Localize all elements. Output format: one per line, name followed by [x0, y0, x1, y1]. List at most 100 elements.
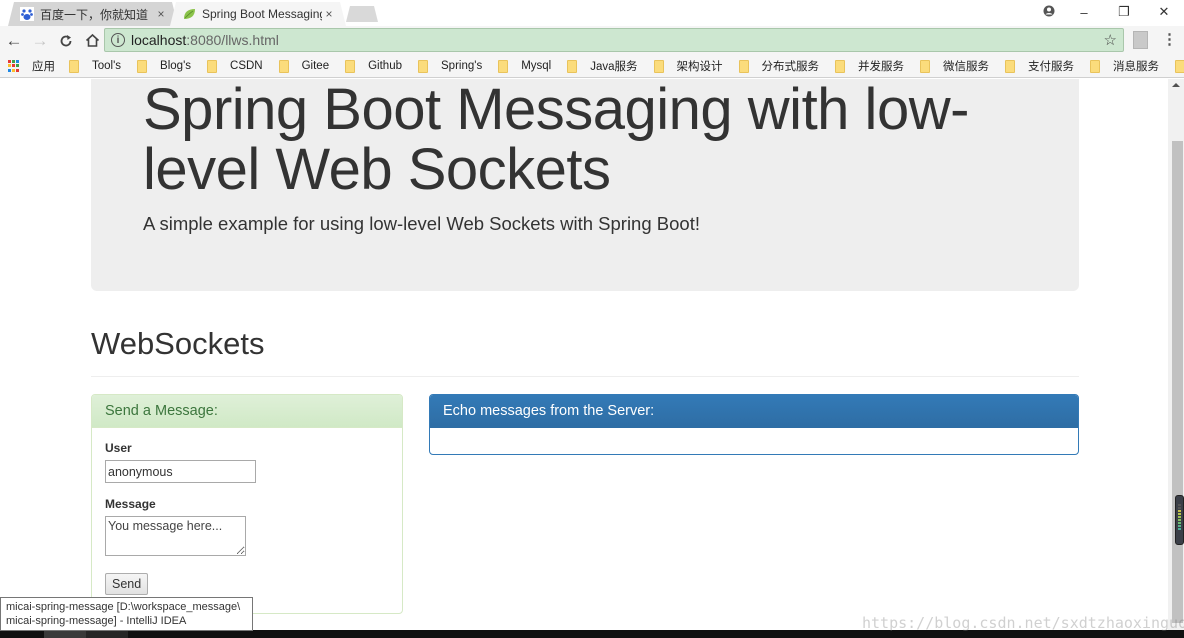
bookmark-label: Blog's	[160, 60, 192, 72]
home-icon	[85, 33, 99, 47]
bookmark-folder[interactable]: 微信服务	[920, 58, 989, 74]
scrollbar-thumb[interactable]	[1172, 141, 1183, 623]
folder-icon	[69, 59, 79, 73]
page-scrollbar[interactable]	[1168, 79, 1184, 630]
folder-icon	[345, 59, 356, 73]
bookmark-folder[interactable]: Spring's	[418, 59, 483, 73]
reload-icon	[60, 34, 72, 46]
bookmark-label: Java服务	[590, 61, 638, 73]
page-lead: A simple example for using low-level Web…	[143, 213, 700, 234]
tab-strip: 百度一下，你就知道 × Spring Boot Messaging × – ❐ …	[0, 0, 1184, 26]
section-divider	[91, 376, 1079, 377]
tab-title: Spring Boot Messaging	[202, 7, 322, 21]
send-message-panel: Send a Message: User Message Send	[91, 394, 403, 614]
taskbar-item[interactable]	[86, 630, 128, 638]
bookmark-label: 架构设计	[676, 61, 723, 73]
echo-messages-panel: Echo messages from the Server:	[429, 394, 1079, 455]
baidu-paw-icon	[20, 7, 34, 21]
info-icon[interactable]: i	[111, 33, 125, 47]
bookmark-label: 并发服务	[858, 61, 905, 73]
bookmark-folder[interactable]: 并发服务	[835, 58, 904, 74]
user-input[interactable]	[105, 460, 256, 483]
folder-icon	[498, 59, 509, 73]
folder-icon	[1005, 59, 1016, 73]
message-label: Message	[105, 497, 156, 511]
tab-title: 百度一下，你就知道	[40, 7, 149, 22]
close-window-button[interactable]: ✕	[1144, 4, 1184, 20]
bookmark-folder[interactable]: 文件服务	[1175, 58, 1184, 74]
send-button[interactable]: Send	[105, 573, 149, 595]
folder-icon	[207, 59, 218, 73]
bookmark-folder[interactable]: Mysql	[498, 59, 552, 73]
bookmark-folder[interactable]: Java服务	[567, 58, 638, 74]
folder-icon	[137, 59, 148, 73]
tab-spring-boot-messaging[interactable]: Spring Boot Messaging ×	[170, 2, 346, 26]
bookmark-label: 支付服务	[1028, 61, 1075, 73]
window-controls: – ❐ ✕	[1034, 0, 1184, 24]
bookmark-folder[interactable]: Github	[345, 59, 402, 73]
taskbar-tooltip: micai-spring-message [D:\workspace_messa…	[0, 597, 253, 631]
bookmarks-bar: 应用 Tool's Blog's CSDN Gitee Github Sprin…	[0, 55, 1184, 78]
bookmark-folder[interactable]: 消息服务	[1090, 58, 1159, 74]
new-tab-button[interactable]	[346, 6, 378, 22]
bookmark-apps[interactable]: 应用	[8, 58, 55, 74]
bookmark-label: 消息服务	[1113, 61, 1160, 73]
url-host: localhost	[131, 32, 187, 48]
minimize-button[interactable]: –	[1064, 5, 1104, 20]
bookmark-label: Tool's	[92, 60, 122, 72]
bookmark-folder[interactable]: 分布式服务	[738, 58, 820, 74]
folder-icon	[835, 59, 846, 73]
bookmark-folder[interactable]: Tool's	[69, 59, 122, 73]
tab-baidu[interactable]: 百度一下，你就知道 ×	[8, 2, 178, 26]
bookmark-label: 应用	[32, 61, 55, 73]
page-viewport: Spring Boot Messaging with low-level Web…	[0, 79, 1168, 630]
forward-button[interactable]: →	[28, 29, 52, 53]
bookmark-label: 微信服务	[943, 61, 990, 73]
extension-icon[interactable]	[1133, 31, 1148, 49]
tooltip-line: micai-spring-message] - IntelliJ IDEA	[6, 615, 187, 627]
bookmark-folder[interactable]: Blog's	[137, 59, 192, 73]
home-button[interactable]	[80, 29, 104, 53]
scroll-up-arrow-icon[interactable]	[1172, 83, 1180, 87]
bookmark-label: Gitee	[301, 60, 330, 72]
folder-icon	[738, 59, 749, 73]
user-label: User	[105, 441, 132, 455]
browser-menu-icon[interactable]: ⋮	[1162, 30, 1177, 48]
bookmark-folder[interactable]: Gitee	[278, 59, 330, 73]
watermark-text: https://blog.csdn.net/sxdtzhaoxinguo @51…	[862, 614, 1184, 632]
message-textarea[interactable]	[105, 516, 246, 556]
user-circle-icon	[1043, 5, 1055, 16]
audio-meter-widget	[1175, 495, 1184, 545]
bookmark-folder[interactable]: CSDN	[207, 59, 263, 73]
apps-grid-icon	[8, 60, 20, 72]
close-tab-icon[interactable]: ×	[154, 7, 168, 21]
taskbar-item[interactable]	[44, 630, 86, 638]
send-panel-heading: Send a Message:	[92, 395, 402, 428]
folder-icon	[1090, 59, 1101, 73]
address-bar[interactable]: i localhost:8080/llws.html ☆	[104, 28, 1124, 52]
bookmark-star-icon[interactable]: ☆	[1104, 31, 1117, 49]
reload-button[interactable]	[54, 29, 78, 53]
bookmark-label: Mysql	[521, 60, 552, 72]
echo-messages-list	[430, 428, 1078, 454]
bookmark-folder[interactable]: 架构设计	[653, 58, 723, 74]
page-title: Spring Boot Messaging with low-level Web…	[143, 79, 969, 202]
restore-button[interactable]: ❐	[1104, 4, 1144, 20]
back-button[interactable]: ←	[2, 29, 26, 53]
bookmark-label: Github	[368, 60, 402, 72]
folder-icon	[920, 59, 931, 73]
echo-panel-heading: Echo messages from the Server:	[430, 395, 1078, 428]
profile-icon[interactable]	[1034, 5, 1064, 20]
close-tab-icon[interactable]: ×	[322, 7, 336, 21]
section-title: WebSockets	[91, 326, 265, 361]
folder-icon	[418, 59, 428, 73]
bookmark-folder[interactable]: 支付服务	[1005, 58, 1074, 74]
folder-icon	[278, 59, 289, 73]
bookmark-label: Spring's	[441, 60, 483, 72]
send-panel-body: User Message Send	[92, 428, 402, 608]
folder-icon	[653, 59, 664, 73]
tooltip-line: micai-spring-message [D:\workspace_messa…	[6, 601, 241, 613]
bookmark-label: 分布式服务	[761, 61, 820, 73]
bookmark-label: CSDN	[230, 60, 263, 72]
url-path: :8080/llws.html	[186, 32, 279, 48]
